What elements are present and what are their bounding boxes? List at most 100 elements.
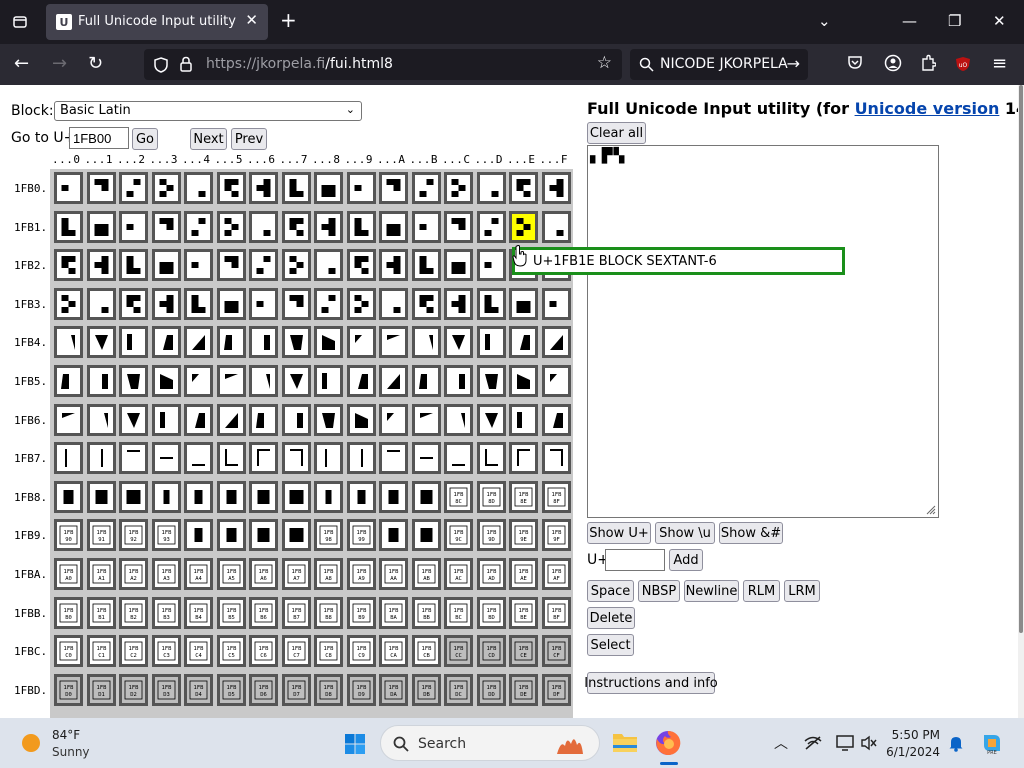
grid-cell[interactable] — [379, 480, 408, 513]
grid-cell[interactable]: 1FB CF — [541, 635, 571, 668]
grid-cell[interactable] — [509, 403, 538, 436]
grid-cell[interactable] — [216, 519, 246, 552]
grid-cell[interactable] — [476, 326, 506, 359]
reload-icon[interactable]: ↻ — [88, 54, 103, 74]
grid-cell[interactable] — [54, 365, 83, 397]
grid-cell[interactable] — [184, 287, 213, 320]
grid-cell[interactable]: 1FB C5 — [216, 635, 246, 668]
newline-button[interactable]: Newline — [684, 580, 739, 602]
grid-cell[interactable] — [119, 326, 148, 359]
grid-cell[interactable] — [184, 442, 213, 475]
show-backslash-u-button[interactable]: Show \u — [655, 522, 715, 544]
grid-cell[interactable] — [379, 210, 408, 243]
grid-cell[interactable] — [249, 519, 278, 552]
resize-grip-icon[interactable] — [924, 503, 936, 515]
grid-cell[interactable] — [314, 442, 343, 475]
grid-cell[interactable] — [216, 287, 246, 320]
grid-cell[interactable] — [249, 249, 278, 282]
volume-muted-icon[interactable] — [860, 735, 878, 751]
grid-cell[interactable] — [281, 365, 311, 397]
grid-cell[interactable] — [281, 519, 311, 552]
grid-cell[interactable] — [444, 326, 473, 359]
grid-cell[interactable]: 1FB DA — [379, 673, 408, 706]
grid-cell[interactable] — [86, 249, 116, 282]
grid-cell[interactable]: 1FB BC — [444, 596, 473, 629]
grid-cell[interactable] — [411, 326, 441, 359]
grid-cell[interactable]: 1FB B2 — [119, 596, 148, 629]
grid-cell-selected[interactable] — [509, 210, 538, 243]
grid-cell[interactable]: 1FB BA — [379, 596, 408, 629]
grid-cell[interactable] — [346, 403, 376, 436]
grid-cell[interactable]: 1FB DD — [476, 673, 506, 706]
grid-cell[interactable] — [119, 365, 148, 397]
grid-cell[interactable] — [444, 287, 473, 320]
grid-cell[interactable] — [541, 326, 571, 359]
grid-cell[interactable] — [281, 326, 311, 359]
grid-cell[interactable]: 1FB CB — [411, 635, 441, 668]
grid-cell[interactable] — [119, 442, 148, 475]
grid-cell[interactable] — [379, 519, 408, 552]
grid-cell[interactable] — [249, 365, 278, 397]
grid-cell[interactable] — [509, 442, 538, 475]
search-bar[interactable]: NICODE JKORPELA → — [630, 49, 808, 80]
grid-cell[interactable] — [281, 249, 311, 282]
grid-cell[interactable] — [151, 326, 181, 359]
grid-cell[interactable] — [86, 326, 116, 359]
grid-cell[interactable] — [54, 442, 83, 475]
bookmark-star-icon[interactable]: ☆ — [597, 53, 612, 73]
grid-cell[interactable] — [86, 365, 116, 397]
show-uplus-button[interactable]: Show U+ — [587, 522, 651, 544]
grid-cell[interactable]: 1FB C1 — [86, 635, 116, 668]
grid-cell[interactable]: 1FB D5 — [216, 673, 246, 706]
grid-cell[interactable] — [151, 403, 181, 436]
grid-cell[interactable] — [444, 403, 473, 436]
grid-cell[interactable]: 1FB D4 — [184, 673, 213, 706]
grid-cell[interactable]: 1FB D0 — [54, 673, 83, 706]
grid-cell[interactable]: 1FB A4 — [184, 558, 213, 590]
grid-cell[interactable] — [119, 210, 148, 243]
grid-cell[interactable] — [86, 210, 116, 243]
grid-cell[interactable] — [346, 210, 376, 243]
grid-cell[interactable] — [379, 287, 408, 320]
grid-cell[interactable] — [314, 210, 343, 243]
grid-cell[interactable]: 1FB B9 — [346, 596, 376, 629]
clear-all-button[interactable]: Clear all — [587, 122, 646, 144]
grid-cell[interactable] — [541, 365, 571, 397]
grid-cell[interactable] — [216, 442, 246, 475]
grid-cell[interactable] — [379, 326, 408, 359]
grid-cell[interactable] — [281, 480, 311, 513]
account-icon[interactable] — [884, 54, 902, 77]
grid-cell[interactable] — [476, 442, 506, 475]
grid-cell[interactable] — [86, 480, 116, 513]
grid-cell[interactable]: 1FB AB — [411, 558, 441, 590]
lock-icon[interactable] — [180, 56, 192, 72]
grid-cell[interactable]: 1FB D8 — [314, 673, 343, 706]
grid-cell[interactable]: 1FB 9C — [444, 519, 473, 552]
grid-cell[interactable] — [444, 210, 473, 243]
codepoint-input[interactable] — [605, 549, 665, 571]
grid-cell[interactable] — [86, 172, 116, 204]
grid-cell[interactable] — [119, 287, 148, 320]
grid-cell[interactable] — [216, 403, 246, 436]
grid-cell[interactable]: 1FB 93 — [151, 519, 181, 552]
grid-cell[interactable]: 1FB CE — [509, 635, 538, 668]
tab-close-icon[interactable]: ✕ — [245, 11, 258, 29]
grid-cell[interactable] — [54, 172, 83, 204]
grid-cell[interactable] — [411, 480, 441, 513]
grid-cell[interactable] — [249, 326, 278, 359]
page-scrollbar-thumb[interactable] — [1019, 85, 1023, 633]
grid-cell[interactable]: 1FB B4 — [184, 596, 213, 629]
grid-cell[interactable] — [54, 326, 83, 359]
grid-cell[interactable] — [249, 442, 278, 475]
tray-overflow-icon[interactable]: ︿ — [774, 733, 788, 753]
grid-cell[interactable]: 1FB D7 — [281, 673, 311, 706]
grid-cell[interactable]: 1FB B8 — [314, 596, 343, 629]
grid-cell[interactable] — [249, 403, 278, 436]
back-icon[interactable]: ← — [14, 54, 29, 74]
clock-time[interactable]: 5:50 PM — [890, 728, 940, 742]
grid-cell[interactable]: 1FB A6 — [249, 558, 278, 590]
grid-cell[interactable] — [249, 172, 278, 204]
grid-cell[interactable] — [411, 287, 441, 320]
grid-cell[interactable]: 1FB A3 — [151, 558, 181, 590]
grid-cell[interactable] — [411, 249, 441, 282]
